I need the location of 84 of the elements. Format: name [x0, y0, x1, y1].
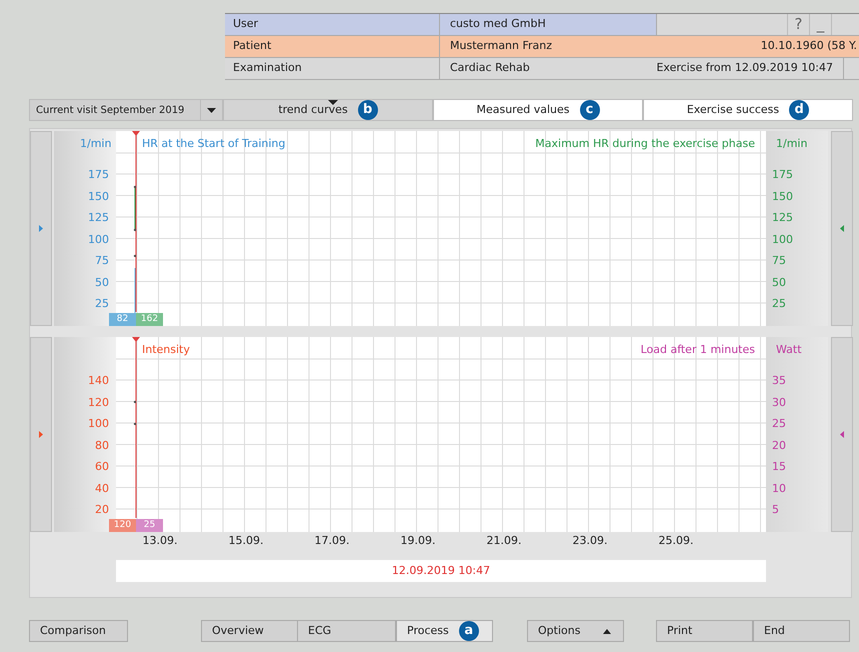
- selected-marker-icon: [328, 100, 338, 105]
- cursor-line[interactable]: [132, 131, 140, 312]
- arrow-right-icon: [39, 225, 43, 232]
- date-label: 21.09.: [486, 533, 522, 549]
- view-tab[interactable]: trend curves b: [223, 99, 433, 121]
- axis-tick-label: 80: [94, 438, 109, 454]
- scroll-right-button[interactable]: [831, 131, 853, 326]
- axis-tick-label: 120: [87, 394, 109, 410]
- arrow-right-icon: [39, 431, 43, 438]
- callout-badge: c: [580, 100, 600, 120]
- axis-tick-label: 150: [87, 188, 109, 204]
- chart-title: HR at the Start of Training: [142, 136, 286, 152]
- visit-dropdown[interactable]: Current visit September 2019: [29, 99, 223, 121]
- scroll-right-button[interactable]: [831, 337, 853, 532]
- header-value: Cardiac Rehab: [450, 60, 530, 76]
- axis-tick-label: 150: [772, 188, 793, 204]
- axis-tick-label: 20: [772, 438, 786, 454]
- axis-tick-label: 15: [772, 459, 786, 475]
- axis-tick-label: 60: [94, 459, 109, 475]
- date-label: 17.09.: [314, 533, 350, 549]
- axis-tick-label: 100: [772, 232, 793, 248]
- dropdown-value: Current visit September 2019: [36, 104, 184, 118]
- arrow-left-icon: [840, 431, 844, 438]
- date-label: 13.09.: [142, 533, 178, 549]
- axis-tick-label: 25: [772, 296, 786, 312]
- value-readout: 82: [109, 313, 136, 326]
- toolbar-button[interactable]: Process a: [396, 620, 493, 642]
- axis-tick-label: 30: [772, 394, 786, 410]
- chart-title: Maximum HR during the exercise phase: [535, 136, 755, 152]
- trend-marks-drawing: [134, 400, 136, 426]
- axis-tick-label: 10: [772, 480, 786, 496]
- axis-tick-label: 175: [772, 167, 793, 183]
- axis-tick-label: 100: [87, 232, 109, 248]
- axis-tick-label: 40: [94, 480, 109, 496]
- axis-tick-label: 50: [94, 274, 109, 290]
- callout-badge: b: [358, 100, 378, 120]
- toolbar-button[interactable]: End: [753, 620, 850, 642]
- callout-badge: a: [458, 621, 479, 641]
- date-label: 23.09.: [572, 533, 608, 549]
- axis-unit: 1/min: [80, 136, 112, 152]
- axis-tick-label: 25: [772, 416, 786, 432]
- value-readout: 120: [109, 519, 136, 532]
- axis-tick-label: 125: [87, 210, 109, 226]
- axis-tick-label: 20: [94, 502, 109, 518]
- view-tab[interactable]: Measured values c: [433, 99, 643, 121]
- scroll-left-button[interactable]: [30, 131, 52, 326]
- axis-tick-label: 50: [772, 274, 786, 290]
- header-value: 10.10.1960 (58 Y.: [760, 38, 858, 54]
- axis-tick-label: 125: [772, 210, 793, 226]
- window-button[interactable]: ?: [787, 14, 809, 35]
- chart-title: Load after 1 minutes: [640, 342, 755, 358]
- selected-time-field: 12.09.2019 10:47: [116, 560, 766, 582]
- toolbar-button[interactable]: ECG: [297, 620, 396, 642]
- value-readout: 162: [136, 313, 163, 326]
- header-value: custo med GmbH: [440, 14, 657, 35]
- axis-tick-label: 75: [772, 253, 786, 269]
- header-label: User: [225, 14, 440, 35]
- header-label: Examination: [225, 58, 440, 79]
- header-value: Exercise from 12.09.2019 10:47: [656, 60, 834, 76]
- value-readout: 25: [136, 519, 163, 532]
- arrow-left-icon: [840, 225, 844, 232]
- toolbar-button[interactable]: Overview: [201, 620, 298, 642]
- axis-tick-label: 25: [94, 296, 109, 312]
- axis-tick-label: 5: [772, 502, 779, 518]
- toolbar-button[interactable]: Options: [527, 620, 624, 642]
- date-label: 25.09.: [658, 533, 694, 549]
- scroll-left-button[interactable]: [30, 337, 52, 532]
- cursor-line[interactable]: [132, 337, 140, 518]
- date-label: 19.09.: [400, 533, 436, 549]
- callout-badge: d: [789, 100, 810, 120]
- axis-tick-label: 75: [94, 253, 109, 269]
- axis-tick-label: 100: [87, 416, 109, 432]
- toolbar-button[interactable]: Print: [656, 620, 753, 642]
- axis-tick-label: 140: [87, 373, 109, 389]
- axis-tick-label: 175: [87, 167, 109, 183]
- axis-unit: 1/min: [776, 136, 808, 152]
- view-tab[interactable]: Exercise success d: [643, 99, 853, 121]
- axis-tick-label: 35: [772, 373, 786, 389]
- toolbar-button[interactable]: Comparison: [29, 620, 128, 642]
- header-value: Mustermann Franz: [450, 38, 552, 54]
- header-label: Patient: [225, 36, 440, 57]
- date-label: 15.09.: [228, 533, 264, 549]
- axis-unit: Watt: [776, 342, 802, 358]
- chart-title: Intensity: [142, 342, 190, 358]
